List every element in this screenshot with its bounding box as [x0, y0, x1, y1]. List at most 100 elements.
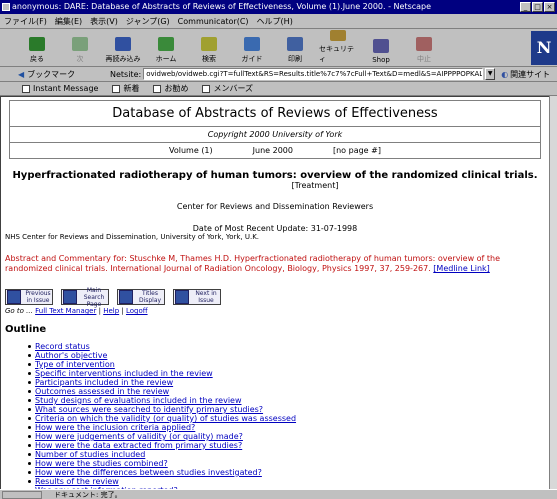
outline-link[interactable]: Participants included in the review	[35, 378, 173, 387]
bookmarks-button[interactable]: ◀ ブックマーク	[18, 69, 110, 80]
menu-view[interactable]: 表示(V)	[90, 16, 118, 27]
outline-item: How were the differences between studies…	[28, 468, 549, 477]
outline-link[interactable]: How were the differences between studies…	[35, 468, 262, 477]
outline-item: Specific interventions included in the r…	[28, 369, 549, 378]
personal-item-new[interactable]: 新着	[112, 83, 139, 94]
toolbar-button-stop[interactable]: 中止	[405, 30, 443, 66]
nav-button-previous[interactable]: Previous in Issue	[5, 289, 53, 305]
toolbar-label: 戻る	[30, 55, 44, 63]
netsite-label: Netsite:	[110, 69, 142, 79]
logoff-link[interactable]: Logoff	[126, 307, 148, 315]
personal-item-members[interactable]: メンバーズ	[202, 83, 253, 94]
toolbar-button-forward[interactable]: 次	[61, 30, 99, 66]
outline-link[interactable]: How were the inclusion criteria applied?	[35, 423, 195, 432]
toolbar-label: 印刷	[288, 55, 302, 63]
main-search-icon	[63, 290, 77, 304]
outline-list: Record status Author's objective Type of i…	[1, 342, 549, 489]
security-icon	[330, 30, 346, 41]
menu-go[interactable]: ジャンプ(G)	[126, 16, 170, 27]
toolbar-button-back[interactable]: 戻る	[18, 30, 56, 66]
minimize-button[interactable]: _	[520, 2, 531, 12]
window-controls: _ □ ×	[520, 2, 555, 12]
nav-button-label: Main Search Page	[83, 286, 105, 308]
url-input[interactable]: ovidweb/ovidweb.cgi?T=fullText&RS=Result…	[143, 68, 484, 80]
toolbar-label: Shop	[372, 56, 390, 64]
status-bar: ドキュメント: 完了。	[0, 489, 557, 499]
toolbar-button-shop[interactable]: Shop	[362, 30, 400, 66]
goto-row: Go to ... Full Text Manager | Help | Log…	[5, 307, 148, 315]
print-icon	[287, 37, 303, 51]
shop-icon	[373, 39, 389, 53]
related-sites-button[interactable]: ◐ 関連サイト	[501, 69, 550, 80]
menu-edit[interactable]: 編集(E)	[55, 16, 82, 27]
window-title: anonymous: DARE: Database of Abstracts o…	[12, 2, 432, 11]
toolbar-button-reload[interactable]: 再読み込み	[104, 30, 142, 66]
medline-link[interactable]: [Medline Link]	[433, 264, 490, 273]
outline-link[interactable]: How were judgements of validity (or qual…	[35, 432, 243, 441]
related-icon: ◐	[501, 69, 509, 79]
close-button[interactable]: ×	[544, 2, 555, 12]
nav-button-titles-display[interactable]: Titles Display	[117, 289, 165, 305]
toolbar-button-print[interactable]: 印刷	[276, 30, 314, 66]
outline-item: How were the data extracted from primary…	[28, 441, 549, 450]
outline-link[interactable]: Outcomes assessed in the review	[35, 387, 169, 396]
toolbar-button-guide[interactable]: ガイド	[233, 30, 271, 66]
search-icon	[201, 37, 217, 51]
outline-item: Study designs of evaluations included in…	[28, 396, 549, 405]
outline-item: How were judgements of validity (or qual…	[28, 432, 549, 441]
personal-item-recommend[interactable]: お勧め	[153, 83, 188, 94]
nav-button-label: Titles Display	[138, 290, 162, 304]
help-link[interactable]: Help	[103, 307, 119, 315]
next-icon	[175, 290, 189, 304]
toolbar-label: ホーム	[155, 55, 177, 63]
toolbar-button-security[interactable]: セキュリティ	[319, 30, 357, 66]
recommend-icon	[153, 84, 162, 93]
outline-link[interactable]: Specific interventions included in the r…	[35, 369, 213, 378]
toolbar-button-search[interactable]: 検索	[190, 30, 228, 66]
nav-button-label: Next in Issue	[195, 290, 217, 304]
back-icon	[29, 37, 45, 51]
menu-communicator[interactable]: Communicator(C)	[178, 17, 249, 26]
reviewers: Center for Reviews and Dissemination Rev…	[176, 202, 374, 211]
outline-link[interactable]: Results of the review	[35, 477, 119, 486]
members-icon	[202, 84, 211, 93]
goto-label: Go to ...	[5, 307, 33, 315]
menu-bar: ファイル(F) 編集(E) 表示(V) ジャンプ(G) Communicator…	[0, 14, 557, 29]
record-navigation: Previous in Issue Main Search Page Titles …	[1, 286, 549, 308]
nav-button-label: Previous in Issue	[25, 290, 51, 304]
outline-link[interactable]: Record status	[35, 342, 90, 351]
vertical-scrollbar[interactable]	[549, 96, 557, 489]
outline-link[interactable]: Type of intervention	[35, 360, 115, 369]
forward-icon	[72, 37, 88, 51]
outline-link[interactable]: Author's objective	[35, 351, 107, 360]
security-indicator-icon[interactable]	[2, 491, 42, 499]
copyright: Copyright 2000 University of York	[10, 127, 540, 143]
menu-file[interactable]: ファイル(F)	[4, 16, 47, 27]
toolbar-label: ガイド	[241, 55, 263, 63]
maximize-button[interactable]: □	[532, 2, 543, 12]
full-text-manager-link[interactable]: Full Text Manager	[35, 307, 96, 315]
outline-link[interactable]: How were the data extracted from primary…	[35, 441, 242, 450]
outline-link[interactable]: How were the studies combined?	[35, 459, 168, 468]
toolbar-button-home[interactable]: ホーム	[147, 30, 185, 66]
outline-link[interactable]: Number of studies included	[35, 450, 145, 459]
personal-item-instant-message[interactable]: Instant Message	[22, 84, 98, 93]
menu-help[interactable]: ヘルプ(H)	[257, 16, 293, 27]
outline-link[interactable]: Study designs of evaluations included in…	[35, 396, 242, 405]
netscape-logo-icon: N	[531, 31, 557, 65]
location-bar: ◀ ブックマーク Netsite: ovidweb/ovidweb.cgi?T=…	[0, 67, 557, 82]
outline-link[interactable]: What sources were searched to identify p…	[35, 405, 263, 414]
issue-date: June 2000	[252, 146, 293, 155]
window-titlebar[interactable]: anonymous: DARE: Database of Abstracts o…	[0, 0, 557, 14]
header-box: Database of Abstracts of Reviews of Effe…	[9, 100, 541, 159]
outline-item: Number of studies included	[28, 450, 549, 459]
page-content: Database of Abstracts of Reviews of Effe…	[0, 96, 549, 489]
new-icon	[112, 84, 121, 93]
nav-button-main-search[interactable]: Main Search Page	[61, 286, 109, 308]
outline-item: How were the studies combined?	[28, 459, 549, 468]
toolbar-label: 中止	[417, 55, 431, 63]
guide-icon	[244, 37, 260, 51]
nav-button-next[interactable]: Next in Issue	[173, 289, 221, 305]
outline-link[interactable]: Criteria on which the validity (or quali…	[35, 414, 296, 423]
url-dropdown-button[interactable]: ▼	[485, 68, 496, 80]
